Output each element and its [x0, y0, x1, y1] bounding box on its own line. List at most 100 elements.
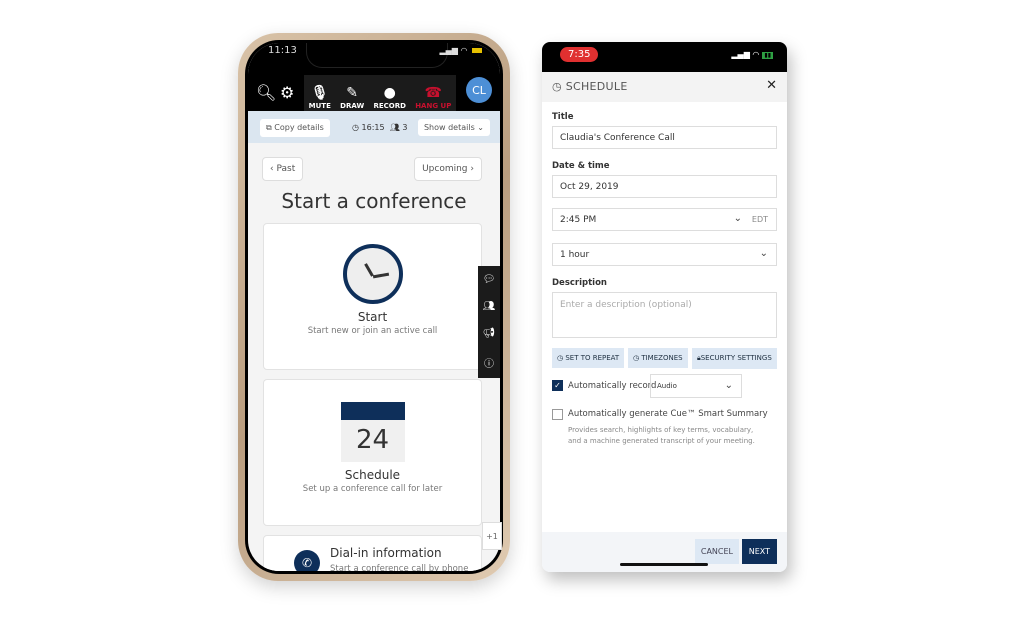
timezones-button[interactable]: ◷ TIMEZONES [628, 348, 688, 368]
battery-icon [472, 48, 482, 53]
card-subtitle: Start new or join an active call [307, 326, 438, 336]
phone-bezel: 11:13 ▂▄▆ ◠ 🔍︎ ⚙ 🎙︎ MUTE ✎ DRAW ● RECORD ☎ H… [245, 40, 503, 574]
participants-icon[interactable]: 👥︎ [483, 301, 496, 312]
schedule-card[interactable]: 24 Schedule Set up a conference call for… [263, 379, 482, 526]
show-details-button[interactable]: Show details ⌄ [417, 119, 490, 136]
participants-icon: 👥︎ [389, 123, 400, 132]
chevron-down-icon: ⌄ [759, 248, 768, 259]
participant-count: 3 [402, 123, 408, 132]
conference-screen: 11:13 ▂▄▆ ◠ 🔍︎ ⚙ 🎙︎ MUTE ✎ DRAW ● RECORD ☎ H… [248, 43, 500, 571]
calendar-day: 24 [355, 425, 390, 455]
security-settings-button[interactable]: 🔒︎SECURITY SETTINGS [692, 348, 777, 369]
header-title: ◷ SCHEDULE [552, 80, 628, 93]
time-select[interactable]: 2:45 PM ⌄ EDT [552, 208, 777, 231]
notch [306, 43, 448, 68]
chevron-down-icon: ⌄ [724, 380, 733, 391]
option-label: SET TO REPEAT [565, 354, 620, 362]
announce-icon[interactable]: 📢︎ [483, 328, 496, 339]
dial-in-card[interactable]: ✆ Dial-in information Start a conference… [263, 535, 482, 571]
clock-icon: ◷ [352, 123, 359, 132]
dialog-footer: CANCEL NEXT [542, 532, 787, 572]
upcoming-label: Upcoming [422, 164, 468, 174]
status-icons: ▂▄▆ ◠ ▮▮ [731, 50, 773, 59]
draw-label: DRAW [340, 102, 365, 110]
set-to-repeat-button[interactable]: ◷ SET TO REPEAT [552, 348, 625, 368]
record-label: RECORD [373, 102, 406, 110]
date-input[interactable]: Oct 29, 2019 [552, 175, 777, 198]
title-input[interactable]: Claudia's Conference Call [552, 126, 777, 149]
description-input[interactable]: Enter a description (optional) [552, 292, 777, 338]
start-card[interactable]: Start Start new or join an active call [263, 223, 482, 370]
record-type-value: Audio [657, 382, 677, 390]
card-title: Start [357, 310, 388, 324]
option-label: SECURITY SETTINGS [700, 354, 772, 362]
left-phone-frame: 11:13 ▂▄▆ ◠ 🔍︎ ⚙ 🎙︎ MUTE ✎ DRAW ● RECORD ☎ H… [238, 33, 510, 581]
record-type-select[interactable]: Audio ⌄ [650, 374, 742, 398]
card-title: Schedule [344, 468, 401, 482]
chat-icon[interactable]: 💬︎ [483, 274, 496, 285]
copy-details-button[interactable]: ⧉ Copy details [260, 119, 330, 137]
call-time: 16:15 [361, 123, 385, 132]
side-toolbar: 💬︎ 👥︎ 📢︎ ⓘ [478, 266, 500, 378]
card-title: Dial-in information [330, 546, 442, 560]
clock-icon: ◷ [552, 80, 566, 93]
call-meta: ◷ 16:15 👥︎ 3 [352, 123, 407, 132]
status-bar: 7:35 ▂▄▆ ◠ ▮▮ [542, 42, 787, 72]
auto-record-label: Automatically record [568, 381, 657, 391]
close-icon[interactable]: ✕ [766, 78, 777, 93]
microphone-icon: 🎙︎ [310, 85, 329, 101]
past-button[interactable]: ‹ Past [262, 157, 304, 181]
hang-up-label: HANG UP [415, 102, 452, 110]
info-icon[interactable]: ⓘ [484, 355, 494, 370]
auto-record-checkbox[interactable]: ✓ [552, 380, 563, 391]
status-time: 11:13 [268, 45, 297, 56]
call-controls: 🎙︎ MUTE ✎ DRAW ● RECORD ☎ HANG UP [304, 75, 456, 113]
time-value: 2:45 PM [560, 215, 597, 225]
title-label: Title [552, 112, 574, 122]
record-button[interactable]: ● RECORD [373, 84, 405, 110]
header-title-text: SCHEDULE [565, 80, 628, 93]
chevron-down-icon: ⌄ [477, 123, 484, 132]
card-subtitle: Set up a conference call for later [302, 484, 443, 494]
schedule-phone: 7:35 ▂▄▆ ◠ ▮▮ ◷ SCHEDULE ✕ Title Claudia'… [542, 42, 787, 572]
copy-details-label: Copy details [274, 123, 324, 132]
pencil-icon: ✎ [346, 85, 359, 101]
smart-summary-label: Automatically generate Cue™ Smart Summar… [568, 409, 768, 419]
phone-icon: ✆ [294, 550, 320, 571]
next-button[interactable]: NEXT [741, 539, 777, 564]
overflow-badge[interactable]: +1 [482, 522, 502, 550]
hang-up-button[interactable]: ☎ HANG UP [415, 84, 451, 110]
draw-button[interactable]: ✎ DRAW [340, 84, 364, 110]
chevron-right-icon: › [467, 164, 474, 174]
timezone-label: EDT [751, 215, 768, 224]
duration-select[interactable]: 1 hour ⌄ [552, 243, 777, 266]
card-subtitle: Start a conference call by phone [330, 564, 469, 571]
description-label: Description [552, 278, 607, 288]
home-indicator [620, 563, 708, 566]
hang-up-icon: ☎ [424, 85, 442, 101]
battery-icon: ▮▮ [762, 52, 773, 59]
duration-value: 1 hour [560, 250, 590, 260]
clock-icon [342, 244, 403, 304]
show-details-label: Show details [423, 123, 475, 132]
mute-button[interactable]: 🎙︎ MUTE [309, 84, 331, 110]
status-icons: ▂▄▆ ◠ [439, 46, 482, 55]
mute-label: MUTE [308, 102, 331, 110]
past-label: Past [276, 164, 296, 174]
search-icon[interactable]: 🔍︎ [256, 83, 276, 102]
avatar[interactable]: CL [466, 77, 492, 103]
chevron-down-icon: ⌄ [733, 213, 742, 224]
call-top-bar: 11:13 ▂▄▆ ◠ 🔍︎ ⚙ 🎙︎ MUTE ✎ DRAW ● RECORD ☎ H… [248, 43, 500, 113]
page-title: Start a conference [281, 189, 467, 213]
datetime-label: Date & time [552, 161, 610, 171]
option-label: TIMEZONES [641, 354, 683, 362]
schedule-header: ◷ SCHEDULE ✕ [542, 72, 787, 102]
record-icon: ● [383, 85, 396, 101]
smart-summary-description: Provides search, highlights of key terms… [568, 426, 755, 445]
gear-icon[interactable]: ⚙ [280, 83, 294, 102]
smart-summary-checkbox[interactable] [552, 409, 563, 420]
upcoming-button[interactable]: Upcoming › [414, 157, 482, 181]
status-time: 7:35 [560, 47, 599, 62]
calendar-icon: 24 [340, 402, 405, 462]
cancel-button[interactable]: CANCEL [694, 539, 739, 564]
